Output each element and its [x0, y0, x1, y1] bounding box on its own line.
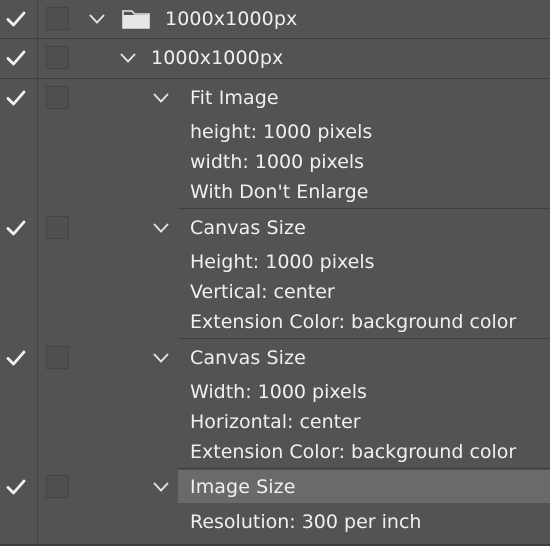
chevron-down-icon[interactable] — [152, 352, 170, 364]
checkmark-icon[interactable] — [5, 8, 27, 30]
action-name: 1000x1000px — [151, 47, 284, 69]
step-detail: Extension Color: background color — [190, 441, 517, 463]
dialog-toggle-box[interactable] — [46, 475, 69, 498]
step-name: Image Size — [190, 476, 296, 498]
step-row-fit-image[interactable]: Fit Image — [0, 79, 550, 117]
chevron-down-icon[interactable] — [152, 222, 170, 234]
action-set-name: 1000x1000px — [165, 8, 298, 30]
step-detail: Extension Color: background color — [190, 311, 517, 333]
step-detail: Height: 1000 pixels — [190, 251, 375, 273]
step-detail: height: 1000 pixels — [190, 121, 373, 143]
chevron-down-icon[interactable] — [119, 52, 137, 64]
action-row[interactable]: 1000x1000px — [0, 39, 550, 77]
step-row-image-size[interactable]: Image Size — [0, 469, 550, 505]
dialog-toggle-box[interactable] — [46, 86, 69, 109]
checkmark-icon[interactable] — [5, 217, 27, 239]
step-detail: Horizontal: center — [190, 411, 361, 433]
dialog-toggle-box[interactable] — [46, 346, 69, 369]
step-row-canvas-size[interactable]: Canvas Size — [0, 209, 550, 247]
checkmark-icon[interactable] — [5, 476, 27, 498]
dialog-toggle-box[interactable] — [46, 7, 69, 30]
actions-panel: 1000x1000px 1000x1000px Fit Image height… — [0, 0, 550, 546]
step-name: Canvas Size — [190, 347, 306, 369]
checkmark-icon[interactable] — [5, 47, 27, 69]
step-detail: width: 1000 pixels — [190, 151, 365, 173]
step-detail: Width: 1000 pixels — [190, 381, 367, 403]
action-set-row[interactable]: 1000x1000px — [0, 0, 550, 38]
step-row-canvas-size[interactable]: Canvas Size — [0, 339, 550, 377]
checkmark-icon[interactable] — [5, 347, 27, 369]
step-detail: With Don't Enlarge — [190, 181, 369, 203]
step-name: Canvas Size — [190, 217, 306, 239]
chevron-down-icon[interactable] — [152, 481, 170, 493]
chevron-down-icon[interactable] — [152, 92, 170, 104]
dialog-toggle-box[interactable] — [46, 46, 69, 69]
step-name: Fit Image — [190, 87, 279, 109]
step-detail: Resolution: 300 per inch — [190, 511, 422, 533]
dialog-toggle-box[interactable] — [46, 216, 69, 239]
checkmark-icon[interactable] — [5, 87, 27, 109]
chevron-down-icon[interactable] — [88, 13, 106, 25]
step-detail: Vertical: center — [190, 281, 335, 303]
folder-icon — [122, 10, 150, 29]
